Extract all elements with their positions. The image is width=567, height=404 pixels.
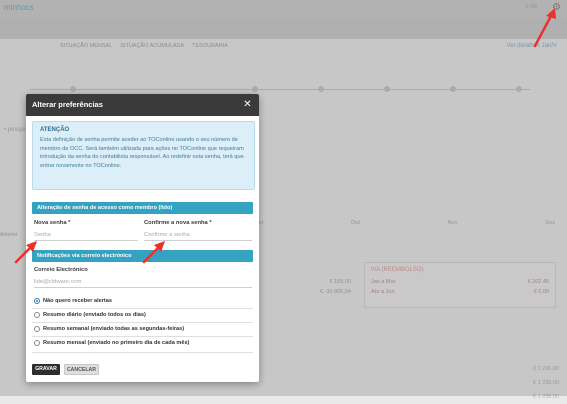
dialog-title: Alterar preferências — [32, 100, 103, 109]
new-password-input[interactable] — [34, 230, 138, 241]
radio-no-alerts[interactable]: Não quero receber alertas — [34, 296, 112, 306]
section-title: Alteração de senha de acesso como membro… — [37, 205, 173, 211]
radio-label: Resumo mensal (enviado no primeiro dia d… — [43, 340, 190, 346]
warning-alert: ATENÇÃO Esta definição de senha permite … — [32, 121, 255, 190]
close-icon[interactable]: ✕ — [241, 98, 254, 111]
annotation-arrow-new-password — [14, 241, 37, 264]
radio-checked-icon[interactable] — [34, 298, 40, 304]
password-section-header: Alteração de senha de acesso como membro… — [32, 202, 253, 214]
alert-title: ATENÇÃO — [40, 127, 70, 133]
save-button[interactable]: GRAVAR — [32, 364, 60, 375]
dialog-header: Alterar preferências ✕ — [26, 94, 259, 116]
divider — [32, 308, 253, 309]
email-label: Correio Electrónico — [34, 267, 88, 273]
radio-weekly[interactable]: Resumo semanal (enviado todas as segunda… — [34, 324, 184, 334]
radio-daily[interactable]: Resumo diário (enviado todos os dias) — [34, 310, 146, 320]
confirm-password-label: Confirme a nova senha * — [144, 220, 212, 226]
new-password-label: Nova senha * — [34, 220, 71, 226]
divider — [32, 352, 253, 353]
annotation-arrow-confirm-password — [142, 241, 165, 264]
cancel-button[interactable]: CANCELAR — [64, 364, 99, 375]
radio-icon[interactable] — [34, 340, 40, 346]
radio-icon[interactable] — [34, 312, 40, 318]
radio-icon[interactable] — [34, 326, 40, 332]
radio-label: Resumo diário (enviado todos os dias) — [43, 312, 146, 318]
divider — [32, 336, 253, 337]
radio-monthly[interactable]: Resumo mensal (enviado no primeiro dia d… — [34, 338, 189, 348]
radio-label: Não quero receber alertas — [43, 298, 113, 304]
alert-body: Esta definição de senha permite aceder a… — [40, 137, 244, 169]
section-title: Notificações via correio electrónico — [37, 253, 132, 259]
radio-label: Resumo semanal (enviado todas as segunda… — [43, 326, 185, 332]
annotation-arrow-gear — [533, 8, 556, 48]
divider — [32, 322, 253, 323]
email-input[interactable] — [34, 277, 252, 288]
